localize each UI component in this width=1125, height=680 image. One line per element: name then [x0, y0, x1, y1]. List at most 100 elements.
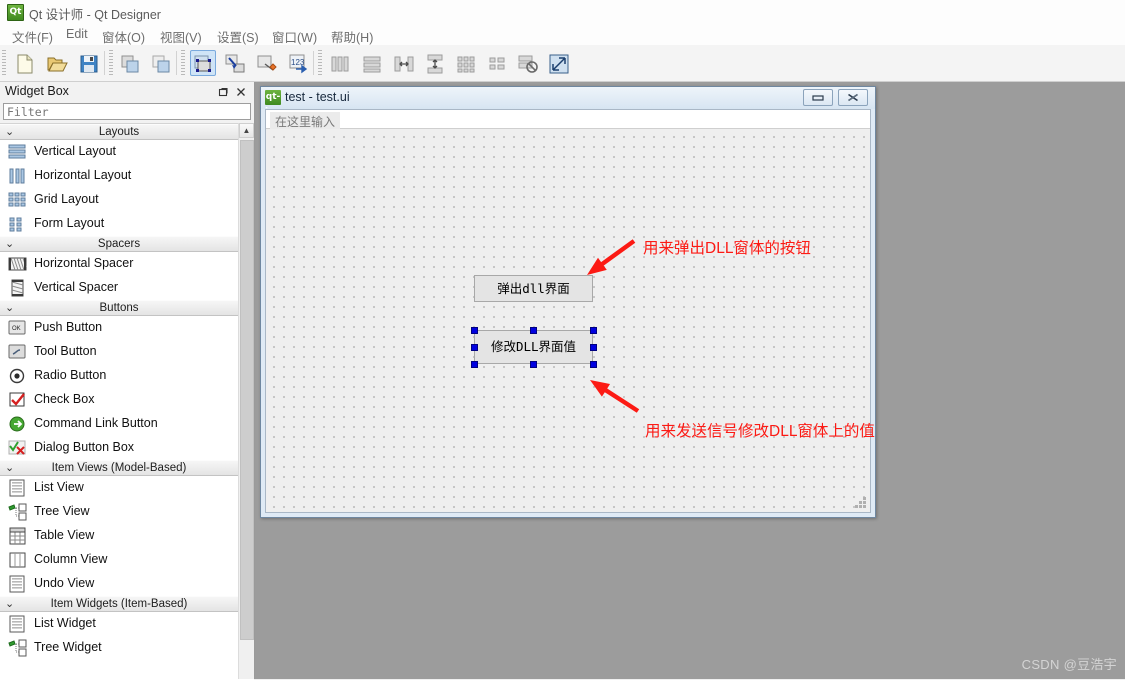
widget-item-form-layout[interactable]: Form Layout [0, 212, 238, 236]
widget-item-horizontal-spacer[interactable]: Horizontal Spacer [0, 252, 238, 276]
scrollbar-thumb[interactable] [240, 140, 254, 640]
new-form-button[interactable] [12, 50, 38, 76]
selection-handle[interactable] [470, 343, 478, 351]
menu-item-6[interactable]: 帮助(H) [327, 26, 377, 47]
push-button-popup-dll[interactable]: 弹出dll界面 [474, 275, 593, 302]
dialog-button-box-icon [8, 439, 27, 457]
form-menu-bar[interactable]: 在这里输入 [266, 110, 870, 131]
annotation-modify-dll: 用来发送信号修改DLL窗体上的值 [645, 423, 875, 440]
widget-group-header[interactable]: ⌄ Spacers [0, 236, 238, 252]
widget-item-check-box[interactable]: Check Box [0, 388, 238, 412]
widget-item-vertical-layout[interactable]: Vertical Layout [0, 140, 238, 164]
layout-grid-button[interactable] [453, 50, 479, 76]
selection-handle[interactable] [470, 360, 478, 368]
selection-handle[interactable] [589, 326, 597, 334]
widget-item-push-button[interactable]: OK Push Button [0, 316, 238, 340]
form-size-grip[interactable] [855, 497, 867, 509]
selection-handle[interactable] [530, 326, 537, 334]
selection-handle[interactable] [589, 360, 597, 368]
widget-box-dock: Widget Box ⌄Layouts Vertical Layout Horizo… [0, 82, 255, 680]
widget-item-command-link-button[interactable]: Command Link Button [0, 412, 238, 436]
widget-item-label: Horizontal Spacer [34, 256, 134, 270]
edit-signals-button[interactable] [222, 50, 248, 76]
layout-vertical-icon [360, 53, 384, 75]
menu-item-1[interactable]: Edit [62, 26, 92, 42]
column-view-icon [8, 551, 27, 569]
redo-button[interactable] [148, 50, 174, 76]
menu-item-5[interactable]: 窗口(W) [268, 26, 321, 47]
toolbar-grip[interactable] [2, 50, 6, 76]
widget-item-label: Grid Layout [34, 192, 99, 206]
widget-group-label: Item Widgets (Item-Based) [50, 598, 188, 610]
selection-handle[interactable] [470, 326, 478, 334]
widget-item-undo-view[interactable]: Undo View [0, 572, 238, 596]
save-form-button[interactable] [76, 50, 102, 76]
horizontal-spacer-icon [8, 255, 27, 273]
menu-item-2[interactable]: 窗体(O) [98, 26, 149, 47]
widget-item-radio-button[interactable]: Radio Button [0, 364, 238, 388]
qt-icon: qt-icon [265, 90, 286, 117]
svg-text:123: 123 [291, 58, 305, 67]
widget-item-label: Column View [34, 552, 108, 566]
layout-horizontally-button[interactable] [327, 50, 353, 76]
form-window[interactable]: qt-icon test - test.ui 在这里输入 [260, 86, 876, 518]
toolbar-grip[interactable] [181, 50, 185, 76]
widget-item-vertical-spacer[interactable]: Vertical Spacer [0, 276, 238, 300]
edit-tab-order-button[interactable]: 123 [286, 50, 312, 76]
toolbar-separator [104, 51, 105, 75]
widget-group-header[interactable]: ⌄ Buttons [0, 300, 238, 316]
watermark: CSDN @豆浩宇 [1021, 657, 1117, 672]
break-layout-button[interactable] [515, 50, 541, 76]
tree-widget-icon [8, 639, 27, 657]
widget-item-label: Tool Button [34, 344, 97, 358]
undo-button[interactable] [117, 50, 143, 76]
layout-splitter-v-button[interactable] [422, 50, 448, 76]
widget-item-table-view[interactable]: Table View [0, 524, 238, 548]
toolbar-grip[interactable] [109, 50, 113, 76]
widget-item-grid-layout[interactable]: Grid Layout [0, 188, 238, 212]
push-button-modify-dll[interactable]: 修改DLL界面值 [474, 330, 593, 364]
float-dock-icon[interactable] [216, 85, 230, 99]
tool-button-icon [8, 343, 27, 361]
table-view-icon [8, 527, 27, 545]
widget-group-header[interactable]: ⌄ Layouts [0, 124, 238, 140]
scroll-up-icon[interactable]: ▲ [239, 123, 254, 138]
vertical-spacer-icon [8, 279, 27, 297]
widget-item-list-widget[interactable]: List Widget [0, 612, 238, 636]
menu-item-0[interactable]: 文件(F) [8, 26, 57, 47]
edit-widgets-button[interactable] [190, 50, 216, 76]
selection-handle[interactable] [589, 343, 597, 351]
widget-item-tree-widget[interactable]: Tree Widget [0, 636, 238, 660]
widget-item-tree-view[interactable]: Tree View [0, 500, 238, 524]
layout-splitter-h-button[interactable] [391, 50, 417, 76]
form-close-button[interactable] [838, 89, 868, 106]
widget-group-label: Spacers [97, 238, 141, 250]
splitter-horizontal-icon [392, 53, 416, 75]
menu-item-3[interactable]: 视图(V) [156, 26, 206, 47]
widget-item-column-view[interactable]: Column View [0, 548, 238, 572]
widget-group-header[interactable]: ⌄ Item Widgets (Item-Based) [0, 596, 238, 612]
qt-designer-window: Qt Qt 设计师 - Qt Designer 文件(F) Edit 窗体(O) 视图… [0, 0, 1125, 680]
layout-form-button[interactable] [484, 50, 510, 76]
open-form-button[interactable] [44, 50, 70, 76]
filter-input[interactable] [3, 103, 251, 120]
widget-item-list-view[interactable]: List View [0, 476, 238, 500]
widget-box-scrollbar[interactable]: ▲ [238, 123, 254, 679]
widget-item-label: List Widget [34, 616, 96, 630]
widget-group-header[interactable]: ⌄ Item Views (Model-Based) [0, 460, 238, 476]
widget-item-label: Command Link Button [34, 416, 158, 430]
adjust-size-button[interactable] [546, 50, 572, 76]
close-icon[interactable] [234, 85, 248, 99]
edit-buddies-button[interactable] [254, 50, 280, 76]
widget-item-horizontal-layout[interactable]: Horizontal Layout [0, 164, 238, 188]
form-canvas[interactable]: 弹出dll界面修改DLL界面值 [266, 129, 870, 512]
toolbar-grip[interactable] [318, 50, 322, 76]
layout-vertically-button[interactable] [359, 50, 385, 76]
menu-item-4[interactable]: 设置(S) [213, 26, 263, 47]
form-minimize-button[interactable] [803, 89, 833, 106]
new-file-icon [13, 53, 37, 75]
widget-item-dialog-button-box[interactable]: Dialog Button Box [0, 436, 238, 460]
selection-handle[interactable] [530, 360, 537, 368]
widget-item-label: Undo View [34, 576, 95, 590]
widget-item-tool-button[interactable]: Tool Button [0, 340, 238, 364]
